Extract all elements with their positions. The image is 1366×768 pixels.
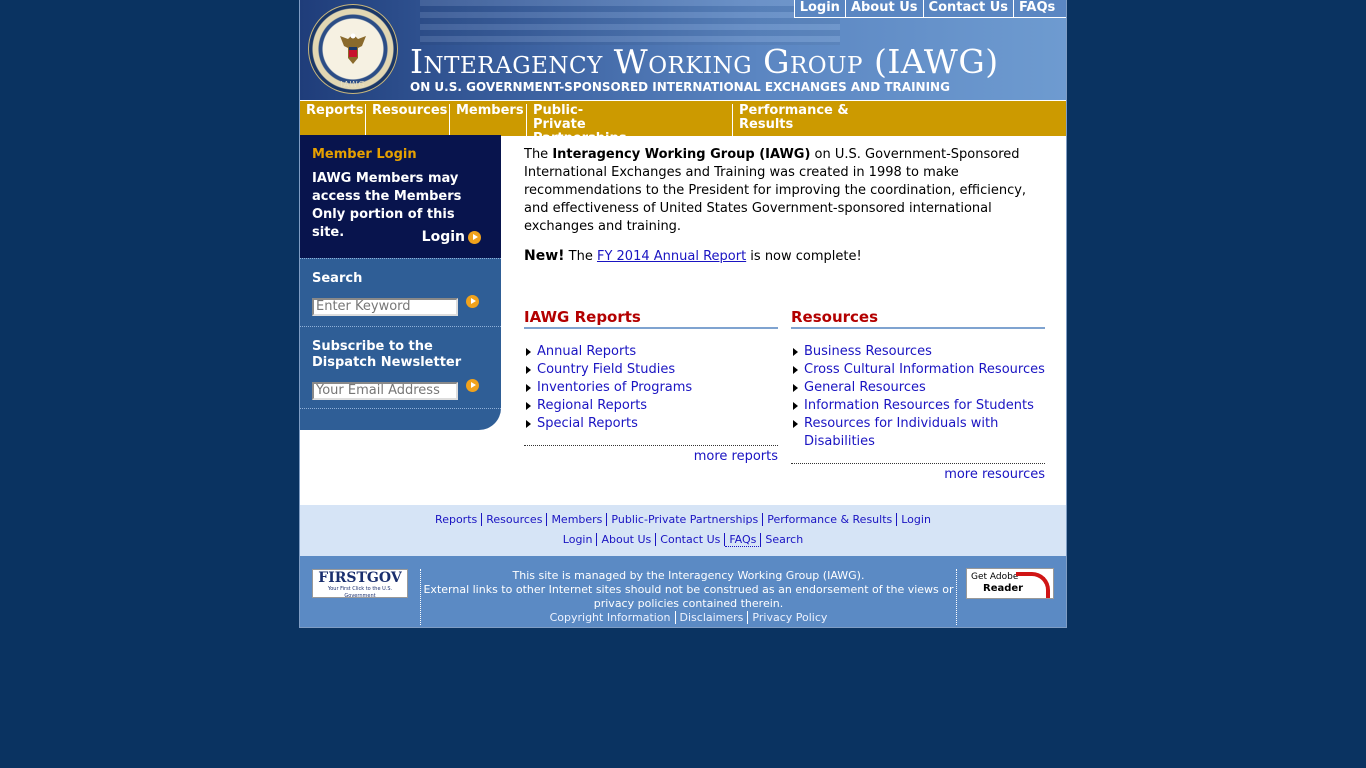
main-content: The Interagency Working Group (IAWG) on … (524, 146, 1045, 482)
site-subtitle: ON U.S. GOVERNMENT-SPONSORED INTERNATION… (410, 80, 950, 94)
more-reports-link[interactable]: more reports (524, 445, 778, 464)
intro-paragraph: The Interagency Working Group (IAWG) on … (524, 146, 1044, 236)
footer-link-partnerships[interactable]: Public-Private Partnerships (607, 513, 764, 526)
newsletter-panel: Subscribe to the Dispatch Newsletter (300, 326, 501, 408)
footer-disclaimer-text: External links to other Internet sites s… (423, 583, 954, 610)
firstgov-logo-text: FIRSTGOV (318, 570, 402, 586)
announcement: New! The FY 2014 Annual Report is now co… (524, 248, 1044, 264)
top-link-contact-us[interactable]: Contact Us (922, 0, 1013, 18)
new-label: New! (524, 248, 565, 264)
main-nav: Reports Resources Members Public-Private… (300, 100, 1066, 146)
member-login-box: Member Login IAWG Members may access the… (300, 135, 501, 258)
sidebar-login-label: Login (421, 229, 465, 245)
more-resources-link[interactable]: more resources (791, 463, 1045, 482)
report-link-inventories[interactable]: Inventories of Programs (524, 379, 778, 397)
report-link-regional[interactable]: Regional Reports (524, 397, 778, 415)
search-go-button[interactable] (466, 295, 479, 308)
top-links: Login About Us Contact Us FAQs (793, 0, 1066, 18)
footer-link-performance[interactable]: Performance & Results (763, 513, 898, 526)
copyright-link[interactable]: Copyright Information (545, 611, 676, 624)
nav-resources[interactable]: Resources (365, 104, 447, 136)
sidebar: Member Login IAWG Members may access the… (300, 135, 501, 430)
resources-column: Resources Business Resources Cross Cultu… (791, 308, 1045, 482)
adobe-reader-badge[interactable]: Get Adobe Reader (966, 568, 1054, 599)
footer-link-resources[interactable]: Resources (482, 513, 548, 526)
report-link-special[interactable]: Special Reports (524, 415, 778, 433)
search-heading: Search (312, 271, 363, 286)
disclaimers-link[interactable]: Disclaimers (675, 611, 749, 624)
footer-info: This site is managed by the Interagency … (420, 569, 957, 625)
resource-link-disabilities[interactable]: Resources for Individuals with Disabilit… (791, 415, 1045, 451)
flag-background (420, 0, 840, 45)
intro-org-name: Interagency Working Group (IAWG) (552, 147, 811, 162)
intro-prefix: The (524, 147, 553, 162)
resource-link-cross-cultural[interactable]: Cross Cultural Information Resources (791, 361, 1045, 379)
footer-link-search[interactable]: Search (761, 533, 807, 546)
firstgov-logo[interactable]: FIRSTGOV Your First Click to the U.S. Go… (312, 569, 408, 599)
footer-legal-links: Copyright Information Disclaimers Privacy … (421, 611, 956, 625)
eagle-icon (340, 33, 366, 64)
site-footer: FIRSTGOV Your First Click to the U.S. Go… (300, 556, 1066, 627)
reports-list: Annual Reports Country Field Studies Inv… (524, 343, 778, 433)
footer-managed-by: This site is managed by the Interagency … (512, 569, 865, 582)
resources-list: Business Resources Cross Cultural Inform… (791, 343, 1045, 451)
email-input[interactable] (312, 381, 458, 400)
seal-label: IAWG (340, 80, 366, 89)
privacy-policy-link[interactable]: Privacy Policy (748, 611, 831, 624)
footer-link-login[interactable]: Login (897, 513, 935, 526)
top-link-about-us[interactable]: About Us (844, 0, 923, 18)
footer-link-contact-us[interactable]: Contact Us (656, 533, 726, 546)
resource-link-business[interactable]: Business Resources (791, 343, 1045, 361)
footer-link-faqs[interactable]: FAQs (725, 533, 762, 547)
annual-report-link[interactable]: FY 2014 Annual Report (597, 249, 746, 264)
firstgov-tagline: Your First Click to the U.S. Government (327, 586, 393, 599)
footer-link-members[interactable]: Members (547, 513, 608, 526)
site-title: Interagency Working Group (IAWG) (410, 42, 999, 81)
footer-nav: Reports Resources Members Public-Private Pa… (300, 505, 1066, 556)
search-input[interactable] (312, 297, 458, 316)
footer-link-reports[interactable]: Reports (431, 513, 483, 526)
announcement-suffix: is now complete! (746, 249, 862, 264)
reports-heading: IAWG Reports (524, 308, 778, 329)
reports-column: IAWG Reports Annual Reports Country Fiel… (524, 308, 778, 464)
sidebar-login-link[interactable]: Login (422, 229, 481, 245)
report-link-country-field-studies[interactable]: Country Field Studies (524, 361, 778, 379)
search-panel: Search (300, 258, 501, 326)
resource-link-students[interactable]: Information Resources for Students (791, 397, 1045, 415)
footer-nav-row-1: Reports Resources Members Public-Private Pa… (300, 510, 1066, 530)
subscribe-go-button[interactable] (466, 379, 479, 392)
newsletter-heading: Subscribe to the Dispatch Newsletter (312, 339, 462, 370)
sidebar-bottom-curve (300, 408, 501, 430)
announcement-prefix: The (564, 249, 597, 264)
nav-members[interactable]: Members (449, 104, 524, 136)
footer-nav-row-2: Login About Us Contact Us FAQs Search (300, 530, 1066, 550)
member-login-heading: Member Login (312, 147, 417, 162)
resource-link-general[interactable]: General Resources (791, 379, 1045, 397)
top-link-faqs[interactable]: FAQs (1013, 0, 1066, 18)
site-header: IAWG Interagency Working Group (IAWG) ON… (300, 0, 1066, 100)
report-link-annual[interactable]: Annual Reports (524, 343, 778, 361)
resources-heading: Resources (791, 308, 1045, 329)
nav-public-private-partnerships[interactable]: Public-Private Partnerships (526, 104, 627, 146)
footer-link-about-us[interactable]: About Us (597, 533, 657, 546)
nav-performance-results[interactable]: Performance & Results (732, 104, 849, 136)
top-link-login[interactable]: Login (793, 0, 845, 18)
arrow-right-icon (468, 230, 481, 244)
nav-reports[interactable]: Reports (300, 104, 363, 136)
page: IAWG Interagency Working Group (IAWG) ON… (299, 0, 1067, 628)
iawg-seal-logo[interactable]: IAWG (308, 4, 398, 94)
footer-link-login-2[interactable]: Login (558, 533, 598, 546)
